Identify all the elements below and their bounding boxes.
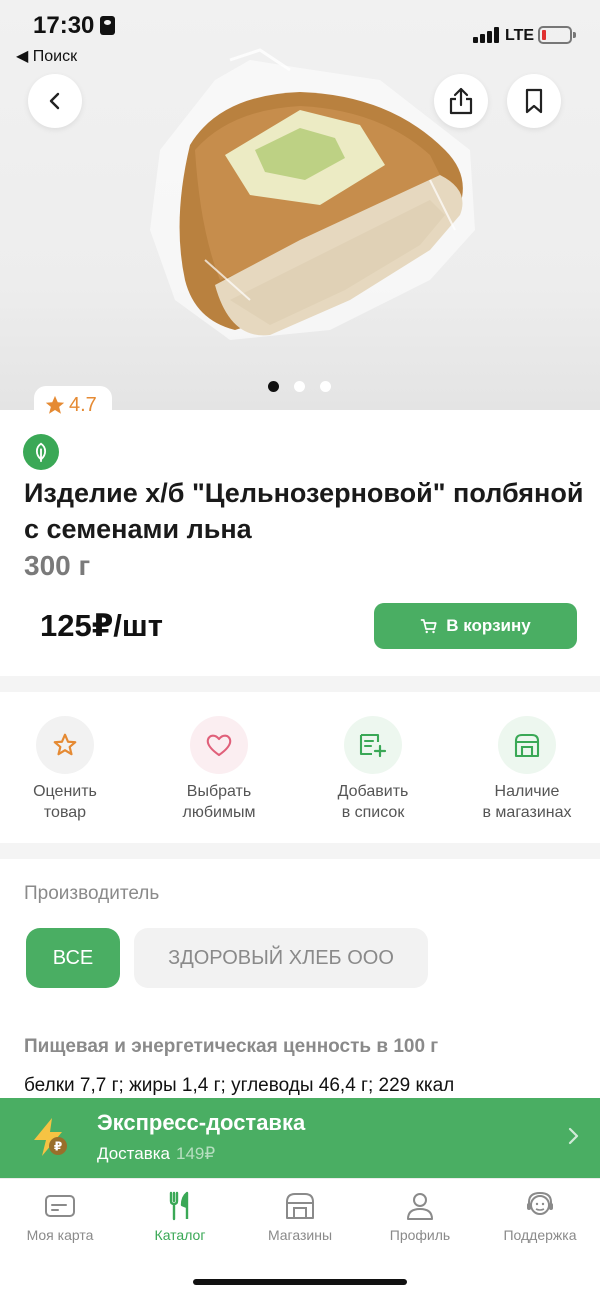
rating-value: 4.7 <box>69 393 97 416</box>
tab-catalog[interactable]: Каталог <box>120 1189 240 1243</box>
cart-icon <box>420 619 437 634</box>
favorite-label: Выбрать любимым <box>182 783 256 821</box>
back-button[interactable] <box>28 74 82 128</box>
share-icon <box>449 87 473 115</box>
pagination-dot[interactable] <box>294 381 305 392</box>
tab-my-card[interactable]: Моя карта <box>0 1189 120 1243</box>
store-availability-action[interactable]: Наличие в магазинах <box>462 716 592 823</box>
add-to-list-action[interactable]: Добавить в список <box>308 716 438 823</box>
favorite-action[interactable]: Выбрать любимым <box>154 716 284 823</box>
tab-label: Моя карта <box>26 1227 94 1243</box>
tab-support[interactable]: Поддержка <box>480 1189 600 1243</box>
store-icon <box>240 1189 360 1223</box>
status-bar: 17:30 ◀ Поиск LTE <box>0 0 600 70</box>
section-divider <box>0 676 600 692</box>
network-type: LTE <box>505 27 535 44</box>
rating-badge: 4.7 <box>34 386 112 424</box>
add-to-list-label: Добавить в список <box>337 783 409 821</box>
pagination-dot[interactable] <box>268 381 279 392</box>
nutrition-value: белки 7,7 г; жиры 1,4 г; углеводы 46,4 г… <box>24 1075 455 1096</box>
catalog-icon <box>120 1189 240 1223</box>
pagination-dot[interactable] <box>320 381 331 392</box>
svg-text:₽: ₽ <box>54 1140 62 1154</box>
product-weight: 300 г <box>24 550 91 581</box>
battery-icon <box>538 26 576 44</box>
id-badge-icon <box>100 16 115 35</box>
express-price: 149₽ <box>176 1144 216 1163</box>
express-title: Экспресс-доставка <box>97 1110 306 1135</box>
bookmark-icon <box>525 88 543 114</box>
manufacturer-chip[interactable]: ЗДОРОВЫЙ ХЛЕБ ООО <box>134 928 428 988</box>
tab-profile[interactable]: Профиль <box>360 1189 480 1243</box>
eco-leaf-icon <box>23 434 59 470</box>
support-icon <box>480 1189 600 1223</box>
profile-icon <box>360 1189 480 1223</box>
heart-icon <box>190 716 248 774</box>
star-icon <box>36 716 94 774</box>
rate-product-action[interactable]: Оценить товар <box>0 716 130 823</box>
express-subtitle-text: Доставка <box>97 1144 171 1163</box>
tab-label: Профиль <box>389 1227 451 1243</box>
status-time: 17:30 <box>33 12 95 39</box>
tab-label: Поддержка <box>503 1227 577 1243</box>
back-to-search-link[interactable]: ◀ Поиск <box>16 46 77 66</box>
share-button[interactable] <box>434 74 488 128</box>
express-delivery-banner[interactable]: ₽ Экспресс-доставка Доставка 149₽ <box>0 1098 600 1178</box>
tab-stores[interactable]: Магазины <box>240 1189 360 1243</box>
product-price: 125₽/шт <box>40 608 163 643</box>
card-icon <box>0 1189 120 1223</box>
list-add-icon <box>344 716 402 774</box>
lightning-ruble-icon: ₽ <box>34 1118 67 1156</box>
store-icon <box>498 716 556 774</box>
signal-icon <box>473 27 501 43</box>
add-to-cart-label: В корзину <box>446 616 531 635</box>
manufacturer-label: Производитель <box>24 883 160 904</box>
rate-product-label: Оценить товар <box>33 783 97 821</box>
nutrition-title: Пищевая и энергетическая ценность в 100 … <box>24 1036 439 1057</box>
product-title: Изделие х/б "Цельнозерновой" полбяной с … <box>24 478 584 544</box>
section-divider <box>0 843 600 859</box>
home-indicator <box>193 1279 407 1285</box>
chevron-left-icon <box>49 92 60 110</box>
product-image-gallery[interactable]: 17:30 ◀ Поиск LTE <box>0 0 600 410</box>
chevron-right-icon <box>568 1127 579 1145</box>
manufacturer-chip-all[interactable]: ВСЕ <box>26 928 120 988</box>
bookmark-button[interactable] <box>507 74 561 128</box>
star-icon <box>45 395 65 414</box>
gallery-pagination[interactable] <box>268 381 331 392</box>
store-availability-label: Наличие в магазинах <box>482 783 572 821</box>
add-to-cart-button[interactable]: В корзину <box>374 603 577 649</box>
product-screen: 17:30 ◀ Поиск LTE 4.7 Изделие х/б "Цельн… <box>0 0 600 1297</box>
tab-label: Магазины <box>267 1227 333 1243</box>
express-subtitle: Доставка 149₽ <box>97 1144 215 1164</box>
tab-label: Каталог <box>154 1227 206 1243</box>
